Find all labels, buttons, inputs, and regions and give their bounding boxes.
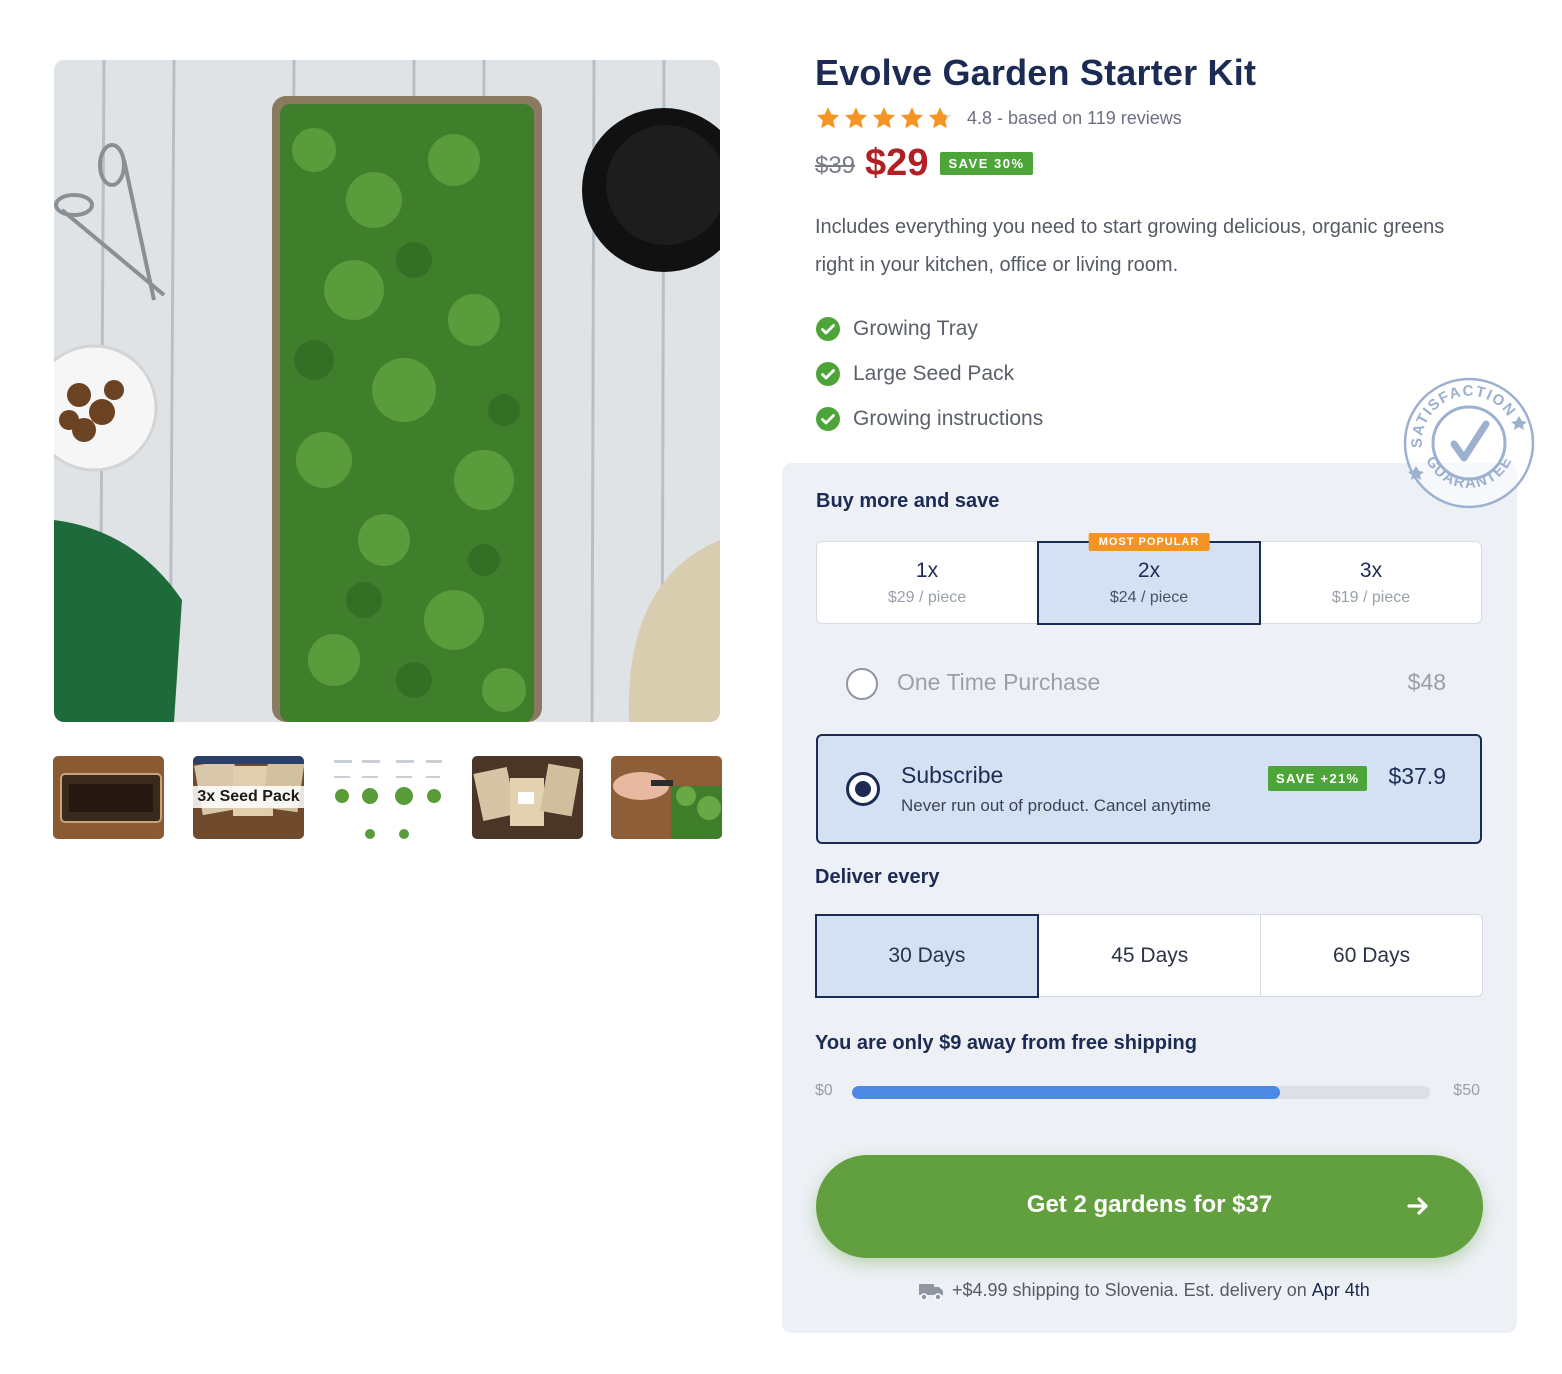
feature-label: Large Seed Pack (853, 361, 1015, 385)
quantity-option-1x[interactable]: 1x $29 / piece (817, 542, 1037, 623)
add-to-cart-button[interactable]: Get 2 gardens for $37 (816, 1155, 1483, 1258)
product-description: Includes everything you need to start gr… (815, 216, 1445, 276)
quantity-count: 1x (915, 558, 939, 582)
thumbnail-5[interactable] (611, 756, 722, 839)
star-icon (900, 107, 924, 129)
thumbnail-1[interactable] (53, 756, 164, 839)
star-rating (815, 105, 953, 131)
feature-label: Growing instructions (853, 406, 1044, 430)
subscribe-description: Never run out of product. Cancel anytime (901, 796, 1211, 815)
quantity-option-2x[interactable]: MOST POPULAR 2x $24 / piece (1037, 532, 1261, 625)
product-title: Evolve Garden Starter Kit (815, 52, 1257, 93)
harvest-photo-icon (611, 756, 722, 839)
bundle-heading: Buy more and save (816, 490, 1000, 512)
star-half-icon (928, 107, 952, 129)
radio-button-selected[interactable] (846, 772, 880, 806)
quantity-count: 3x (1359, 558, 1383, 582)
delivery-option-60-days[interactable]: 60 Days (1261, 915, 1482, 996)
delivery-frequency-selector: 30 Days 45 Days 60 Days (814, 913, 1483, 998)
shipping-text: +$4.99 shipping to Slovenia. Est. delive… (952, 1280, 1307, 1300)
free-shipping-progress: $0 $50 (815, 1080, 1483, 1104)
thumbnail-3[interactable] (332, 756, 443, 839)
radio-button-unselected[interactable] (846, 668, 878, 700)
one-time-price: $48 (1407, 669, 1446, 695)
check-circle-icon (816, 361, 840, 386)
thumbnail-2[interactable]: 3x Seed Pack (193, 756, 304, 839)
quantity-unit-price: $24 / piece (1109, 588, 1189, 606)
quantity-unit-price: $19 / piece (1331, 588, 1411, 606)
feature-label: Growing Tray (853, 316, 978, 340)
quantity-option-3x[interactable]: 3x $19 / piece (1261, 542, 1481, 623)
one-time-label: One Time Purchase (897, 669, 1101, 695)
seed-chart-photo-icon (332, 756, 443, 839)
subscribe-save-badge: SAVE +21% (1268, 766, 1368, 791)
progress-fill (852, 1086, 1280, 1099)
subscribe-label: Subscribe (901, 762, 1004, 788)
old-price: $39 (815, 152, 856, 179)
most-popular-badge: MOST POPULAR (1088, 532, 1210, 551)
quantity-selector: 1x $29 / piece MOST POPULAR 2x $24 / pie… (816, 532, 1482, 625)
product-main-image[interactable] (54, 60, 720, 722)
current-price: $29 (865, 141, 929, 184)
seed-bags-photo-icon (472, 756, 583, 839)
star-icon (816, 107, 840, 129)
star-icon (844, 107, 868, 129)
feature-item: Growing instructions (815, 396, 1043, 441)
star-icon (872, 107, 896, 129)
one-time-purchase-option[interactable]: One Time Purchase $48 (816, 650, 1482, 716)
cta-label: Get 2 gardens for $37 (1026, 1191, 1273, 1218)
feature-item: Growing Tray (815, 306, 1043, 351)
satisfaction-guarantee-seal: SATISFACTION GUARANTEE (1403, 377, 1535, 509)
quantity-unit-price: $29 / piece (887, 588, 967, 606)
check-circle-icon (816, 406, 840, 431)
quantity-count: 2x (1137, 558, 1161, 582)
thumbnail-4[interactable] (472, 756, 583, 839)
delivery-heading: Deliver every (815, 866, 940, 888)
thumbnail-label: 3x Seed Pack (193, 786, 304, 808)
price-row: $39 $29 SAVE 30% (815, 140, 1033, 186)
tray-photo-icon (53, 756, 164, 839)
shipping-estimate: +$4.99 shipping to Slovenia. Est. delive… (918, 1280, 1370, 1301)
progress-max-label: $50 (1453, 1082, 1480, 1099)
feature-list: Growing Tray Large Seed Pack Growing ins… (815, 306, 1043, 441)
delivery-option-45-days[interactable]: 45 Days (1039, 915, 1262, 996)
progress-track (852, 1086, 1430, 1099)
rating-text: 4.8 - based on 119 reviews (967, 107, 1182, 128)
truck-icon (919, 1283, 943, 1301)
arrow-right-icon (1407, 1197, 1428, 1215)
thumbnail-strip: 3x Seed Pack (53, 756, 723, 840)
microgreens-photo (54, 60, 720, 722)
save-badge: SAVE 30% (940, 151, 1033, 175)
free-shipping-message: You are only $9 away from free shipping (815, 1032, 1197, 1054)
subscribe-price: $37.9 (1388, 763, 1446, 789)
check-circle-icon (816, 316, 840, 341)
feature-item: Large Seed Pack (815, 351, 1043, 396)
delivery-date: Apr 4th (1311, 1280, 1370, 1300)
subscribe-option[interactable]: Subscribe Never run out of product. Canc… (816, 734, 1482, 844)
rating-row[interactable]: 4.8 - based on 119 reviews (815, 104, 1182, 132)
progress-min-label: $0 (815, 1082, 833, 1099)
delivery-option-30-days[interactable]: 30 Days (814, 913, 1040, 998)
